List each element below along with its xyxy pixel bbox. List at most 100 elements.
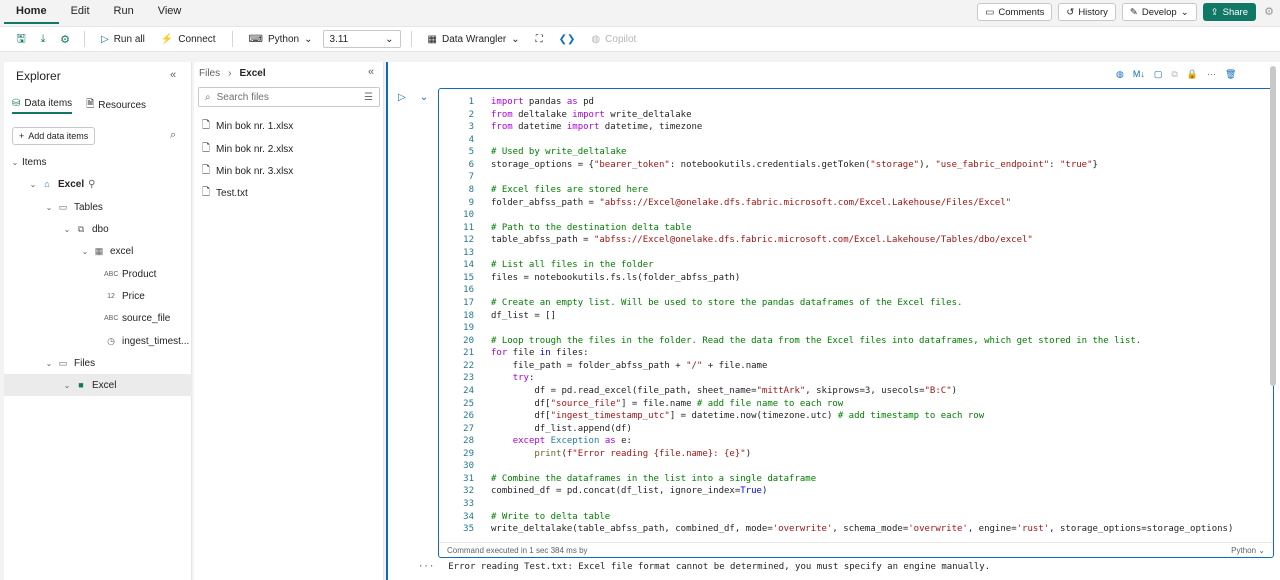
datetime-type-icon: ◷ <box>107 335 115 346</box>
schema-icon: ⧉ <box>77 223 85 234</box>
save-icon[interactable]: 🖫 <box>12 30 30 48</box>
add-data-items-button[interactable]: + Add data items <box>12 127 96 145</box>
line-number: 2 <box>468 109 474 120</box>
tab-edit[interactable]: Edit <box>59 0 102 24</box>
markdown-icon[interactable]: M↓ <box>1133 69 1145 79</box>
line-number: 17 <box>463 298 474 308</box>
file-item[interactable]: 🗋 Min bok nr. 2.xlsx <box>202 139 293 159</box>
tab-home[interactable]: Home <box>4 0 59 24</box>
file-item[interactable]: 🗋 Min bok nr. 1.xlsx <box>202 116 293 136</box>
cell-language[interactable]: Python ⌄ <box>1231 546 1265 555</box>
tree-item-excel-table[interactable]: ⌄ ▦ excel <box>4 240 192 262</box>
copilot-icon: ◍ <box>591 33 601 45</box>
vscode-button[interactable]: ❮❯ <box>553 29 582 49</box>
play-icon: ▷ <box>101 33 109 45</box>
share-icon: ⇪ <box>1210 6 1219 18</box>
filter-icon[interactable]: ☰ <box>364 92 373 103</box>
breadcrumb-files[interactable]: Files <box>199 68 220 79</box>
lock-icon[interactable]: 🔒 <box>1187 69 1198 80</box>
run-cell-icon[interactable]: ▷ <box>398 92 406 103</box>
settings-icon[interactable]: ⚙ <box>1264 5 1274 18</box>
search-icon[interactable]: ⌕ <box>170 129 176 142</box>
line-number: 28 <box>463 436 474 447</box>
history-button[interactable]: ↺ History <box>1058 3 1116 21</box>
line-number: 22 <box>463 360 474 371</box>
folder-icon: ▭ <box>58 201 68 212</box>
line-number: 1 <box>468 97 474 107</box>
tree-item-column[interactable]: ◷ ingest_timest... <box>4 330 192 352</box>
more-icon[interactable]: ··· <box>1207 69 1216 79</box>
collapse-icon[interactable]: « <box>368 66 374 78</box>
line-number: 20 <box>463 335 474 346</box>
tab-resources[interactable]: 🗎 Resources <box>86 97 146 114</box>
output-more-icon[interactable]: ··· <box>418 562 434 572</box>
scrollbar[interactable] <box>1270 66 1276 386</box>
connect-button[interactable]: ⚡ Connect <box>155 29 222 49</box>
data-wrangler-button[interactable]: ▦ Data Wrangler ⌄ <box>422 29 526 49</box>
language-dropdown[interactable]: ⌨ Python ⌄ <box>243 29 319 49</box>
pin-icon[interactable]: ⚲ <box>88 179 95 190</box>
folder-icon: ▭ <box>58 357 68 368</box>
breadcrumb-separator-icon: › <box>228 68 232 79</box>
chevron-down-icon[interactable]: ⌄ <box>420 92 428 103</box>
line-number: 11 <box>463 222 474 233</box>
line-number: 30 <box>463 461 474 472</box>
document-icon: 🗎 <box>86 99 95 110</box>
tab-run[interactable]: Run <box>102 0 146 24</box>
tree-item-column[interactable]: ABC Product <box>4 263 192 285</box>
copilot-button[interactable]: ◍ Copilot <box>585 29 642 49</box>
share-button[interactable]: ⇪ Share <box>1202 3 1256 21</box>
settings-gear-icon[interactable]: ⚙ <box>56 30 74 48</box>
run-all-button[interactable]: ▷ Run all <box>95 29 151 49</box>
chevron-down-icon: ⌄ <box>511 33 520 45</box>
database-icon: ⛁ <box>12 98 21 109</box>
line-number: 13 <box>463 247 474 258</box>
plug-icon: ⚡ <box>160 33 174 45</box>
tree-item-excel-lakehouse[interactable]: ⌄ ⌂ Excel ⚲ <box>4 173 192 195</box>
delete-icon[interactable]: 🗑 <box>1225 69 1236 80</box>
line-number: 35 <box>463 524 474 535</box>
line-number: 31 <box>463 473 474 484</box>
copilot-icon[interactable]: ◍ <box>1116 69 1124 80</box>
tab-data-items[interactable]: ⛁ Data items <box>12 97 73 114</box>
tree-item-files[interactable]: ⌄ ▭ Files <box>4 352 192 374</box>
version-dropdown[interactable]: 3.11 ⌄ <box>322 30 401 48</box>
chevron-down-icon: ⌄ <box>63 224 71 234</box>
tree-item-column[interactable]: ABC source_file <box>4 307 192 329</box>
chevron-down-icon: ⌄ <box>1180 6 1189 18</box>
tab-view[interactable]: View <box>146 0 194 24</box>
comments-button[interactable]: ▭ Comments <box>977 3 1053 21</box>
tree-item-excel-folder[interactable]: ⌄ ■ Excel <box>4 374 192 396</box>
toolbar-divider <box>84 31 85 47</box>
file-item[interactable]: 🗋 Min bok nr. 3.xlsx <box>202 161 293 181</box>
tree-item-dbo[interactable]: ⌄ ⧉ dbo <box>4 218 192 240</box>
pencil-icon: ✎ <box>1129 6 1138 18</box>
frame-icon: ⛶ <box>535 33 543 45</box>
line-number: 9 <box>468 197 474 208</box>
comment-icon[interactable]: ▢ <box>1154 69 1163 80</box>
fullscreen-button[interactable]: ⛶ <box>530 29 549 49</box>
code-cell[interactable]: 1 2 3 4 5 6 7 8 9 10 11 12 13 14 15 16 17 18 19 20 21 22 23 24 2… <box>438 88 1274 558</box>
line-number: 15 <box>463 272 474 283</box>
file-item[interactable]: 🗋 Test.txt <box>202 183 248 203</box>
copy-icon[interactable]: ⧉ <box>1171 69 1177 80</box>
line-number: 12 <box>463 235 474 246</box>
chevron-down-icon: ⌄ <box>81 246 89 256</box>
develop-button[interactable]: ✎ Develop ⌄ <box>1121 3 1197 21</box>
cell-toolbar: ◍ M↓ ▢ ⧉ 🔒 ··· 🗑 <box>1116 66 1260 82</box>
search-icon: ⌕ <box>205 91 211 103</box>
explorer-panel: Explorer « ⛁ Data items 🗎 Resources + Add d… <box>4 62 192 580</box>
code-editor[interactable]: import pandas as pd from deltalake impor… <box>491 96 1233 536</box>
download-icon[interactable]: ⤓ <box>34 30 52 48</box>
line-number: 3 <box>468 122 474 133</box>
collapse-icon[interactable]: « <box>170 69 176 81</box>
tree-item-tables[interactable]: ⌄ ▭ Tables <box>4 196 192 218</box>
tree-item-column[interactable]: 12 Price <box>4 285 192 307</box>
toolbar-divider <box>410 31 412 47</box>
number-type-icon: 12 <box>107 292 115 300</box>
search-files-input[interactable]: ⌕ Search files ☰ <box>198 87 380 107</box>
line-number: 14 <box>463 260 474 271</box>
tree-item-items[interactable]: ⌄ Items <box>4 151 192 173</box>
file-icon: 🗋 <box>202 142 211 154</box>
breadcrumb-excel: Excel <box>239 68 266 79</box>
